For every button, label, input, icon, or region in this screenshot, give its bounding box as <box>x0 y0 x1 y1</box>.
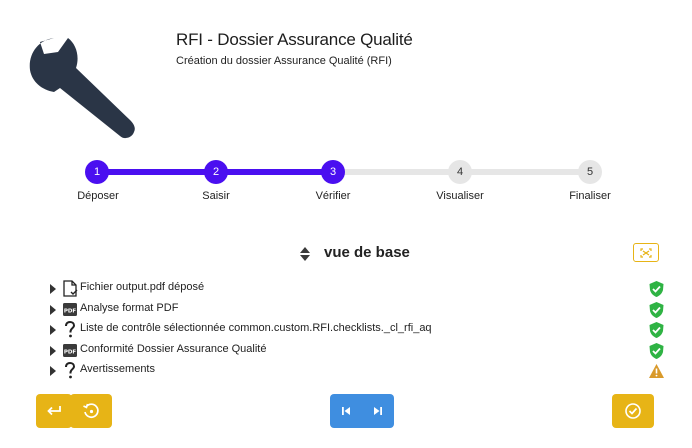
list-item[interactable]: PDF Conformité Dossier Assurance Qualité <box>46 341 676 361</box>
step-label-saisir: Saisir <box>202 190 230 202</box>
step-label-verifier: Vérifier <box>315 190 351 202</box>
step-label-deposer: Déposer <box>77 190 119 202</box>
stepper: 1 2 3 4 5 Déposer Saisir Vérifier Visual… <box>0 152 692 212</box>
list-item-label: Liste de contrôle sélectionnée common.cu… <box>80 322 432 334</box>
page-title: RFI - Dossier Assurance Qualité <box>176 30 413 49</box>
step-label-finaliser: Finaliser <box>569 190 611 202</box>
step-number: 3 <box>329 166 337 178</box>
back-arrow-icon <box>47 406 61 416</box>
warning-icon <box>649 364 664 378</box>
pdf-icon: PDF <box>63 303 77 316</box>
question-icon <box>65 362 76 379</box>
list-item-label: Avertissements <box>80 363 155 375</box>
expand-icon <box>640 247 652 258</box>
list-item-label: Analyse format PDF <box>80 302 179 314</box>
sort-icon[interactable] <box>298 246 312 262</box>
check-circle-icon <box>625 403 641 419</box>
caret-right-icon[interactable] <box>48 365 58 377</box>
caret-right-icon[interactable] <box>48 324 58 336</box>
caret-right-icon[interactable] <box>48 304 58 316</box>
back-button[interactable] <box>36 394 72 428</box>
list-item-label: Fichier output.pdf déposé <box>80 281 205 293</box>
step-5[interactable]: 5 <box>578 160 602 184</box>
caret-right-icon[interactable] <box>48 283 58 295</box>
validate-button[interactable] <box>612 394 654 428</box>
step-1[interactable]: 1 <box>85 160 109 184</box>
shield-check-icon <box>649 343 664 359</box>
view-title: vue de base <box>324 244 410 261</box>
question-icon <box>65 321 76 338</box>
svg-text:PDF: PDF <box>64 309 77 315</box>
shield-check-icon <box>649 302 664 318</box>
step-number: 5 <box>586 166 594 178</box>
list-item[interactable]: Avertissements <box>46 361 676 381</box>
shield-check-icon <box>649 281 664 297</box>
wrench-icon <box>29 38 135 139</box>
file-check-icon <box>63 280 78 297</box>
skip-first-icon <box>342 407 350 415</box>
svg-text:PDF: PDF <box>64 350 77 356</box>
list-item-label: Conformité Dossier Assurance Qualité <box>80 343 267 355</box>
first-page-button[interactable] <box>330 394 362 428</box>
list-item[interactable]: Fichier output.pdf déposé <box>46 279 676 299</box>
step-number: 4 <box>456 166 464 178</box>
reset-button[interactable] <box>70 394 112 428</box>
step-number: 1 <box>93 166 101 178</box>
caret-right-icon[interactable] <box>48 345 58 357</box>
step-4[interactable]: 4 <box>448 160 472 184</box>
page-subtitle: Création du dossier Assurance Qualité (R… <box>176 55 392 67</box>
list-item[interactable]: Liste de contrôle sélectionnée common.cu… <box>46 320 676 340</box>
skip-last-icon <box>374 407 382 415</box>
step-3[interactable]: 3 <box>321 160 345 184</box>
shield-check-icon <box>649 322 664 338</box>
step-2[interactable]: 2 <box>204 160 228 184</box>
last-page-button[interactable] <box>362 394 394 428</box>
step-label-visualiser: Visualiser <box>436 190 484 202</box>
pdf-icon: PDF <box>63 344 77 357</box>
step-number: 2 <box>212 166 220 178</box>
list-item[interactable]: PDF Analyse format PDF <box>46 300 676 320</box>
expand-button[interactable] <box>633 243 659 262</box>
history-icon <box>83 403 99 419</box>
